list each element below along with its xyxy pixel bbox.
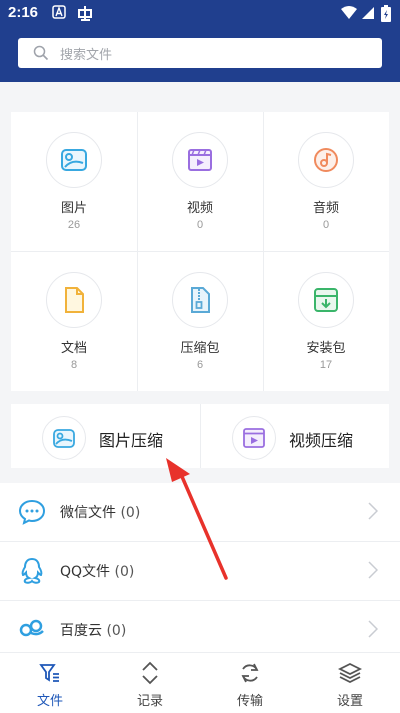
- category-label: 安装包: [306, 341, 346, 356]
- category-count: 0: [196, 219, 204, 231]
- list-item-count: (0): [106, 623, 127, 639]
- chevron-right-icon: [368, 502, 378, 520]
- category-archives[interactable]: 压缩包 6: [137, 252, 263, 391]
- tab-files[interactable]: 文件: [0, 653, 100, 713]
- video-icon: [243, 428, 265, 448]
- list-item-label: 微信文件: [60, 505, 116, 521]
- tab-settings[interactable]: 设置: [300, 653, 400, 713]
- category-count: 26: [67, 219, 81, 231]
- category-audio[interactable]: 音频 0: [263, 112, 389, 251]
- chevron-right-icon: [368, 561, 378, 579]
- wechat-icon: [18, 499, 46, 525]
- category-label: 压缩包: [180, 341, 220, 356]
- tab-label: 设置: [336, 694, 363, 709]
- category-count: 0: [322, 219, 330, 231]
- category-label: 文档: [60, 341, 87, 356]
- notification-app-icon: [78, 6, 92, 21]
- list-item-qq[interactable]: QQ文件 (0): [0, 542, 400, 600]
- category-label: 视频: [186, 201, 213, 216]
- category-videos[interactable]: 视频 0: [137, 112, 263, 251]
- category-count: 8: [70, 359, 78, 371]
- status-bar: 2:16: [0, 0, 400, 27]
- image-compress-label: 图片压缩: [99, 431, 164, 450]
- qq-icon: [21, 557, 43, 584]
- list-item-baidu[interactable]: 百度云 (0): [0, 601, 400, 652]
- category-grid: 图片 26 视频 0 音频 0 文档 8 压缩包 6 安装包 17: [11, 112, 389, 391]
- bottom-tab-bar: 文件 记录 传输 设置: [0, 652, 400, 713]
- category-count: 17: [319, 359, 333, 371]
- search-input[interactable]: 搜索文件: [18, 38, 382, 68]
- sort-arrows-icon: [142, 661, 158, 685]
- video-icon: [188, 149, 212, 171]
- chevron-right-icon: [368, 620, 378, 638]
- image-icon: [53, 429, 75, 448]
- category-label: 图片: [60, 201, 87, 216]
- category-images[interactable]: 图片 26: [11, 112, 137, 251]
- list-item-label: QQ文件: [60, 564, 111, 580]
- wifi-icon: [341, 6, 357, 19]
- list-item-wechat[interactable]: 微信文件 (0): [0, 483, 400, 541]
- filter-files-icon: [39, 664, 59, 682]
- battery-icon: [381, 5, 391, 22]
- document-icon: [65, 287, 84, 313]
- search-icon: [33, 45, 49, 61]
- tab-records[interactable]: 记录: [100, 653, 200, 713]
- tab-transfer[interactable]: 传输: [200, 653, 300, 713]
- category-count: 6: [196, 359, 204, 371]
- list-item-count: (0): [120, 505, 141, 521]
- baidu-cloud-icon: [19, 619, 44, 637]
- category-documents[interactable]: 文档 8: [11, 252, 137, 391]
- compress-panel: 图片压缩 视频压缩: [11, 404, 389, 468]
- install-package-icon: [314, 288, 338, 312]
- zip-icon: [191, 287, 210, 313]
- image-icon: [61, 149, 87, 171]
- tab-label: 传输: [236, 694, 263, 709]
- layers-icon: [338, 662, 362, 684]
- video-compress-label: 视频压缩: [289, 431, 354, 450]
- search-placeholder: 搜索文件: [60, 48, 113, 63]
- image-compress-button[interactable]: 图片压缩: [11, 404, 199, 468]
- list-item-count: (0): [114, 564, 135, 580]
- notification-a-icon: [52, 5, 66, 19]
- music-icon: [314, 148, 338, 172]
- signal-icon: [362, 7, 374, 19]
- sync-icon: [241, 663, 259, 683]
- tab-label: 记录: [136, 694, 163, 709]
- video-compress-button[interactable]: 视频压缩: [201, 404, 389, 468]
- category-apk[interactable]: 安装包 17: [263, 252, 389, 391]
- tab-label: 文件: [36, 694, 63, 709]
- list-item-label: 百度云: [60, 623, 102, 639]
- category-label: 音频: [312, 201, 339, 216]
- status-time: 2:16: [8, 4, 39, 21]
- top-header: 搜索文件: [0, 27, 400, 82]
